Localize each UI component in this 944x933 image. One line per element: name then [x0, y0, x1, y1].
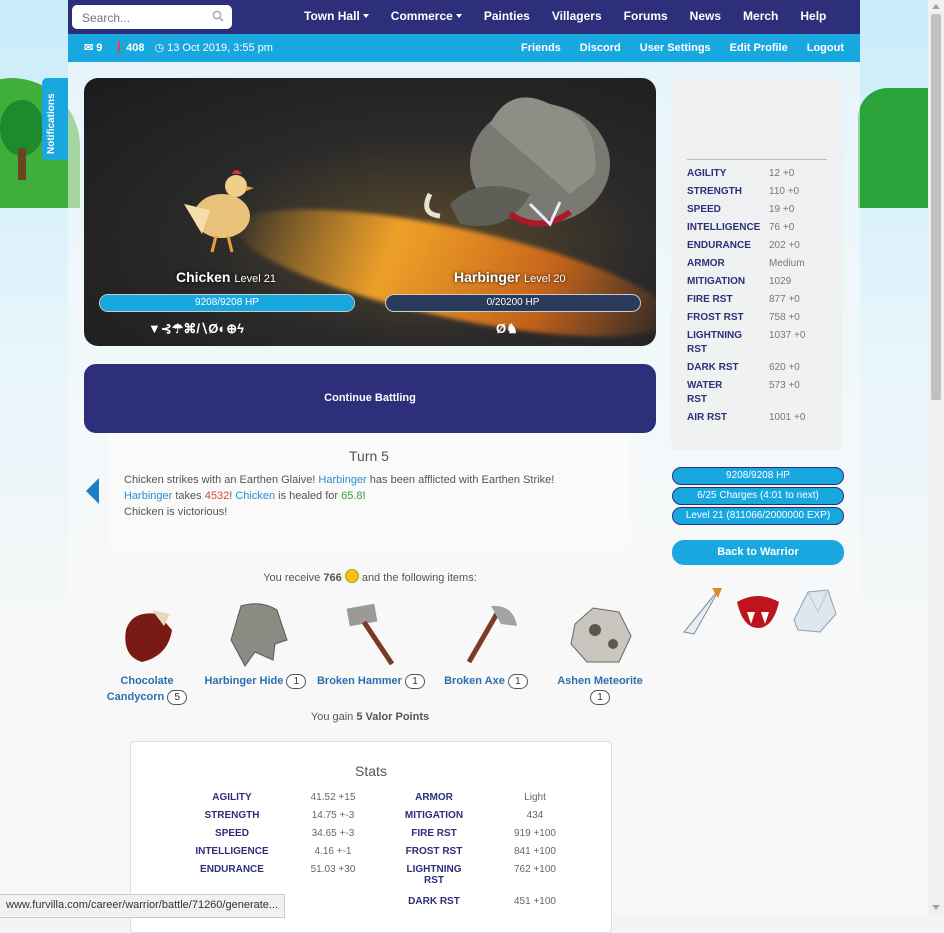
stats-row: ENDURANCE 51.03 +30 LIGHTNING RST 762 +100 [200, 864, 556, 886]
charges-bar: 6/25 Charges (4:01 to next) [672, 487, 844, 505]
divider [687, 159, 827, 160]
chocolate-candycorn-image [125, 610, 172, 662]
reward-summary: You receive 766 and the following items: [84, 569, 656, 584]
battle-scene: Chicken Level 21 Harbinger Level 20 9208… [84, 78, 656, 346]
discord-link[interactable]: Discord [561, 34, 621, 62]
search-icon[interactable] [212, 10, 224, 22]
harbinger-sprite [424, 97, 610, 227]
scroll-up-icon[interactable] [932, 4, 940, 9]
nav-villagers[interactable]: Villagers [541, 0, 613, 34]
stats-row: AGILITY 41.52 +15 ARMOR Light [212, 792, 546, 803]
loot-item-ashen-meteorite[interactable]: Ashen Meteorite 1 [548, 600, 652, 705]
envelope-icon: ✉ [84, 42, 94, 54]
nav-help[interactable]: Help [789, 0, 837, 34]
warrior-hp-bar: 9208/9208 HP [672, 467, 844, 485]
caret-down-icon [362, 14, 369, 18]
item-name: Broken Axe 1 [436, 673, 536, 689]
enemy-status-icons: Ø♞ [496, 321, 518, 336]
stats-title: Stats [355, 763, 387, 779]
back-to-warrior-button[interactable]: Back to Warrior [672, 540, 844, 565]
item-name: Harbinger Hide 1 [198, 673, 313, 689]
qty-badge: 1 [286, 674, 307, 689]
messages-link[interactable]: ✉ 9 [84, 34, 102, 62]
enemy-name: Harbinger Level 20 [454, 269, 566, 285]
chicken-sprite [184, 170, 254, 253]
continue-battling-button[interactable]: Continue Battling [84, 364, 656, 433]
scroll-thumb[interactable] [931, 14, 941, 400]
main-navbar: Town Hall Commerce Painties Villagers Fo… [68, 0, 860, 34]
alert-icon: ❗ [112, 42, 127, 54]
loot-item-broken-axe[interactable]: Broken Axe 1 [436, 600, 536, 689]
background-tree [0, 100, 48, 180]
scroll-down-icon[interactable] [932, 905, 940, 910]
search-box [72, 5, 232, 30]
nav-town-hall[interactable]: Town Hall [293, 0, 380, 34]
clock-datetime: ◷ 13 Oct 2019, 3:55 pm [154, 42, 273, 54]
search-input[interactable] [80, 6, 214, 30]
nav-commerce[interactable]: Commerce [380, 0, 473, 34]
main-menu: Town Hall Commerce Painties Villagers Fo… [293, 0, 837, 34]
user-settings-link[interactable]: User Settings [621, 34, 711, 62]
loot-item-chocolate-candycorn[interactable]: Chocolate Candycorn 5 [92, 600, 202, 705]
stats-row: INTELLIGENCE 4.16 +-1 FROST RST 841 +100 [195, 846, 556, 857]
loot-item-broken-hammer[interactable]: Broken Hammer 1 [312, 600, 430, 689]
harbinger-hide-image [229, 603, 288, 667]
qty-badge: 1 [507, 674, 528, 689]
log-line-2: Harbinger takes 4532! Chicken is healed … [124, 490, 366, 502]
logout-link[interactable]: Logout [788, 34, 844, 62]
coin-icon [344, 569, 359, 583]
exp-bar: Level 21 (811066/2000000 EXP) [672, 507, 844, 525]
enemy-hp-bar: 0/20200 HP [385, 294, 641, 312]
warrior-stats-panel: AGILITY 12 +0 STRENGTH 110 +0 SPEED 19 +0 I… [671, 78, 843, 450]
nav-forums[interactable]: Forums [613, 0, 679, 34]
alerts-link[interactable]: ❗408 [112, 34, 144, 62]
crystal-shard-icon[interactable] [676, 584, 726, 638]
player-status-icons: ▼⊰☂⌘/∖Ø◐⊕ϟ [148, 321, 245, 336]
previous-turn-arrow-icon[interactable] [86, 478, 99, 504]
browser-status-url: www.furvilla.com/career/warrior/battle/7… [0, 894, 286, 918]
item-name: Broken Hammer 1 [312, 673, 430, 689]
battle-log: Turn 5 Chicken strikes with an Earthen G… [108, 433, 630, 550]
nav-news[interactable]: News [679, 0, 732, 34]
vampire-fangs-icon[interactable] [733, 584, 783, 638]
clock-icon: ◷ [154, 42, 165, 54]
page-scrollbar[interactable] [928, 0, 944, 916]
player-hp-bar: 9208/9208 HP [99, 294, 355, 312]
user-bar: ✉ 9 ❗408 ◷ 13 Oct 2019, 3:55 pm Friends … [68, 34, 860, 62]
edit-profile-link[interactable]: Edit Profile [711, 34, 788, 62]
qty-badge: 1 [590, 690, 610, 705]
stats-row: STRENGTH 14.75 +-3 MITIGATION 434 [204, 810, 544, 821]
loot-item-harbinger-hide[interactable]: Harbinger Hide 1 [198, 600, 313, 689]
log-line-3: Chicken is victorious! [124, 506, 228, 518]
notifications-tab[interactable]: Notifications [42, 78, 68, 160]
nav-merch[interactable]: Merch [732, 0, 789, 34]
turn-heading: Turn 5 [349, 448, 389, 464]
caret-down-icon [455, 14, 462, 18]
ashen-meteorite-image [570, 607, 632, 663]
qty-badge: 1 [405, 674, 426, 689]
ice-crystal-icon[interactable] [788, 584, 838, 638]
item-name: Chocolate Candycorn 5 [92, 673, 202, 705]
broken-hammer-image [346, 603, 395, 666]
nav-painties[interactable]: Painties [473, 0, 541, 34]
qty-badge: 5 [167, 690, 188, 705]
friends-link[interactable]: Friends [502, 34, 561, 62]
valor-gain: You gain 5 Valor Points [310, 711, 430, 723]
item-name: Ashen Meteorite 1 [557, 675, 643, 705]
player-name: Chicken Level 21 [176, 269, 276, 285]
stats-row: SPEED 34.65 +-3 FIRE RST 919 +100 [215, 828, 556, 839]
log-line-1: Chicken strikes with an Earthen Glaive! … [124, 474, 555, 486]
broken-axe-image [466, 605, 517, 664]
